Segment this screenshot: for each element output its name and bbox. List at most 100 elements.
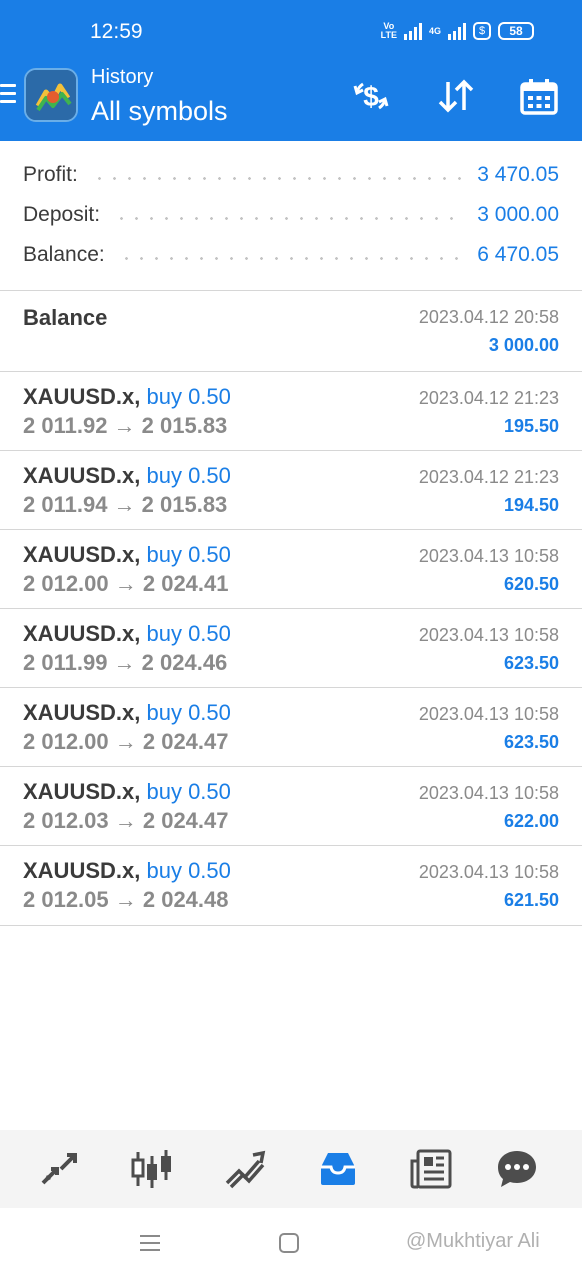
sort-arrows-icon xyxy=(438,79,474,113)
quotes-icon xyxy=(41,1153,77,1185)
deal-row[interactable]: XAUUSD.x, buy 0.50 2 012.03 → 2 024.47 2… xyxy=(0,767,582,846)
trade-icon xyxy=(225,1150,266,1189)
deal-prices: 2 011.92 → 2 015.83 xyxy=(23,413,228,438)
news-icon xyxy=(410,1149,452,1189)
calendar-button[interactable] xyxy=(517,74,561,118)
summary-value: 3 470.05 xyxy=(477,163,559,186)
home-button[interactable] xyxy=(278,1232,300,1259)
deal-symbol: XAUUSD.x, xyxy=(23,858,141,883)
deal-title: XAUUSD.x, buy 0.50 xyxy=(23,779,231,805)
deal-symbol: XAUUSD.x, xyxy=(23,463,141,488)
nav-trade[interactable] xyxy=(222,1146,268,1192)
dot-leader xyxy=(114,216,464,220)
nav-chart[interactable] xyxy=(129,1146,175,1192)
sort-button[interactable] xyxy=(434,74,478,118)
deal-prices: 2 012.05 → 2 024.48 xyxy=(23,887,229,912)
chat-icon xyxy=(498,1151,536,1187)
system-navigation-bar: @Mukhtiyar Ali xyxy=(0,1208,582,1280)
dollar-refresh-button[interactable]: $ xyxy=(349,74,393,118)
svg-text:$: $ xyxy=(363,81,379,112)
battery-icon: 58 xyxy=(498,22,534,40)
app-header: 12:59 VoLTE 4G $ 58 History All symbols xyxy=(0,0,582,141)
signal-icon-2 xyxy=(448,22,466,40)
deal-side: buy 0.50 xyxy=(146,779,231,804)
deal-date: 2023.04.12 21:23 xyxy=(418,467,559,487)
deal-row[interactable]: XAUUSD.x, buy 0.50 2 011.92 → 2 015.83 2… xyxy=(0,372,582,451)
deal-side: buy 0.50 xyxy=(146,621,231,646)
nav-chat[interactable] xyxy=(494,1146,540,1192)
deal-prices: 2 012.03 → 2 024.47 xyxy=(23,808,229,833)
dot-leader xyxy=(118,256,464,260)
deal-row[interactable]: XAUUSD.x, buy 0.50 2 011.99 → 2 024.46 2… xyxy=(0,609,582,688)
summary-panel: Profit: 3 470.05 Deposit: 3 000.00 Balan… xyxy=(0,141,582,291)
deal-date: 2023.04.13 10:58 xyxy=(418,704,559,724)
square-icon xyxy=(279,1233,299,1253)
deal-title: XAUUSD.x, buy 0.50 xyxy=(23,542,231,568)
toolbar: History All symbols $ xyxy=(0,62,582,141)
entry-amount: 3 000.00 xyxy=(488,335,559,355)
deal-date: 2023.04.13 10:58 xyxy=(418,783,559,803)
deal-profit: 195.50 xyxy=(503,416,559,436)
deal-side: buy 0.50 xyxy=(146,858,231,883)
menu-icon[interactable] xyxy=(0,82,18,106)
status-bar: 12:59 Vo LTE 4G $ 58 xyxy=(0,0,582,62)
nav-quotes[interactable] xyxy=(36,1146,82,1192)
entry-title: Balance xyxy=(23,305,108,330)
deal-title: XAUUSD.x, buy 0.50 xyxy=(23,700,231,726)
deal-title: XAUUSD.x, buy 0.50 xyxy=(23,384,231,410)
deal-title: XAUUSD.x, buy 0.50 xyxy=(23,621,231,647)
summary-balance: Balance: 6 470.05 xyxy=(23,240,559,270)
deal-side: buy 0.50 xyxy=(146,384,231,409)
summary-label: Balance: xyxy=(23,243,105,266)
header-subtitle: History xyxy=(91,66,154,88)
deal-symbol: XAUUSD.x, xyxy=(23,779,141,804)
network-type-label: 4G xyxy=(428,26,441,36)
deal-profit: 620.50 xyxy=(503,574,559,594)
balance-entry[interactable]: Balance 2023.04.12 20:58 3 000.00 xyxy=(0,291,582,372)
deal-symbol: XAUUSD.x, xyxy=(23,700,141,725)
deal-prices: 2 011.94 → 2 015.83 xyxy=(23,492,228,517)
status-time: 12:59 xyxy=(90,20,143,43)
deal-prices: 2 011.99 → 2 024.46 xyxy=(23,650,228,675)
summary-value: 6 470.05 xyxy=(477,243,559,266)
menu-lines-icon xyxy=(140,1235,160,1251)
deal-date: 2023.04.13 10:58 xyxy=(418,546,559,566)
deal-date: 2023.04.12 21:23 xyxy=(418,388,559,408)
history-icon xyxy=(321,1153,355,1185)
deal-title: XAUUSD.x, buy 0.50 xyxy=(23,858,231,884)
summary-deposit: Deposit: 3 000.00 xyxy=(23,200,559,230)
deal-profit: 194.50 xyxy=(503,495,559,515)
metatrader-logo xyxy=(24,68,78,122)
deal-profit: 621.50 xyxy=(503,890,559,910)
deal-profit: 623.50 xyxy=(503,653,559,673)
deal-row[interactable]: XAUUSD.x, buy 0.50 2 011.94 → 2 015.83 2… xyxy=(0,451,582,530)
status-icons: Vo LTE 4G $ 58 xyxy=(381,22,534,40)
calendar-icon xyxy=(520,79,558,115)
recent-apps-button[interactable] xyxy=(139,1232,161,1259)
deal-symbol: XAUUSD.x, xyxy=(23,384,141,409)
deal-side: buy 0.50 xyxy=(146,463,231,488)
watermark-text: @Mukhtiyar Ali xyxy=(406,1230,540,1252)
entry-date: 2023.04.12 20:58 xyxy=(418,307,559,327)
deal-profit: 623.50 xyxy=(503,732,559,752)
volte-icon: Vo LTE xyxy=(380,21,397,40)
metatrader-logo-graphic xyxy=(26,70,76,120)
bottom-navigation xyxy=(0,1130,582,1208)
chart-icon xyxy=(131,1150,171,1188)
deal-date: 2023.04.13 10:58 xyxy=(418,862,559,882)
deal-row[interactable]: XAUUSD.x, buy 0.50 2 012.00 → 2 024.41 2… xyxy=(0,530,582,609)
deal-profit: 622.00 xyxy=(503,811,559,831)
summary-profit: Profit: 3 470.05 xyxy=(23,160,559,190)
dot-leader xyxy=(91,176,464,180)
dollar-refresh-icon: $ xyxy=(353,81,389,112)
page-title: All symbols xyxy=(91,96,228,126)
signal-icon xyxy=(403,22,422,40)
nav-news[interactable] xyxy=(408,1146,454,1192)
deal-side: buy 0.50 xyxy=(146,542,231,567)
nav-history[interactable] xyxy=(315,1146,361,1192)
deal-title: XAUUSD.x, buy 0.50 xyxy=(23,463,231,489)
summary-label: Profit: xyxy=(23,163,78,186)
summary-label: Deposit: xyxy=(23,203,101,226)
deal-row[interactable]: XAUUSD.x, buy 0.50 2 012.05 → 2 024.48 2… xyxy=(0,846,582,926)
deal-row[interactable]: XAUUSD.x, buy 0.50 2 012.00 → 2 024.47 2… xyxy=(0,688,582,767)
